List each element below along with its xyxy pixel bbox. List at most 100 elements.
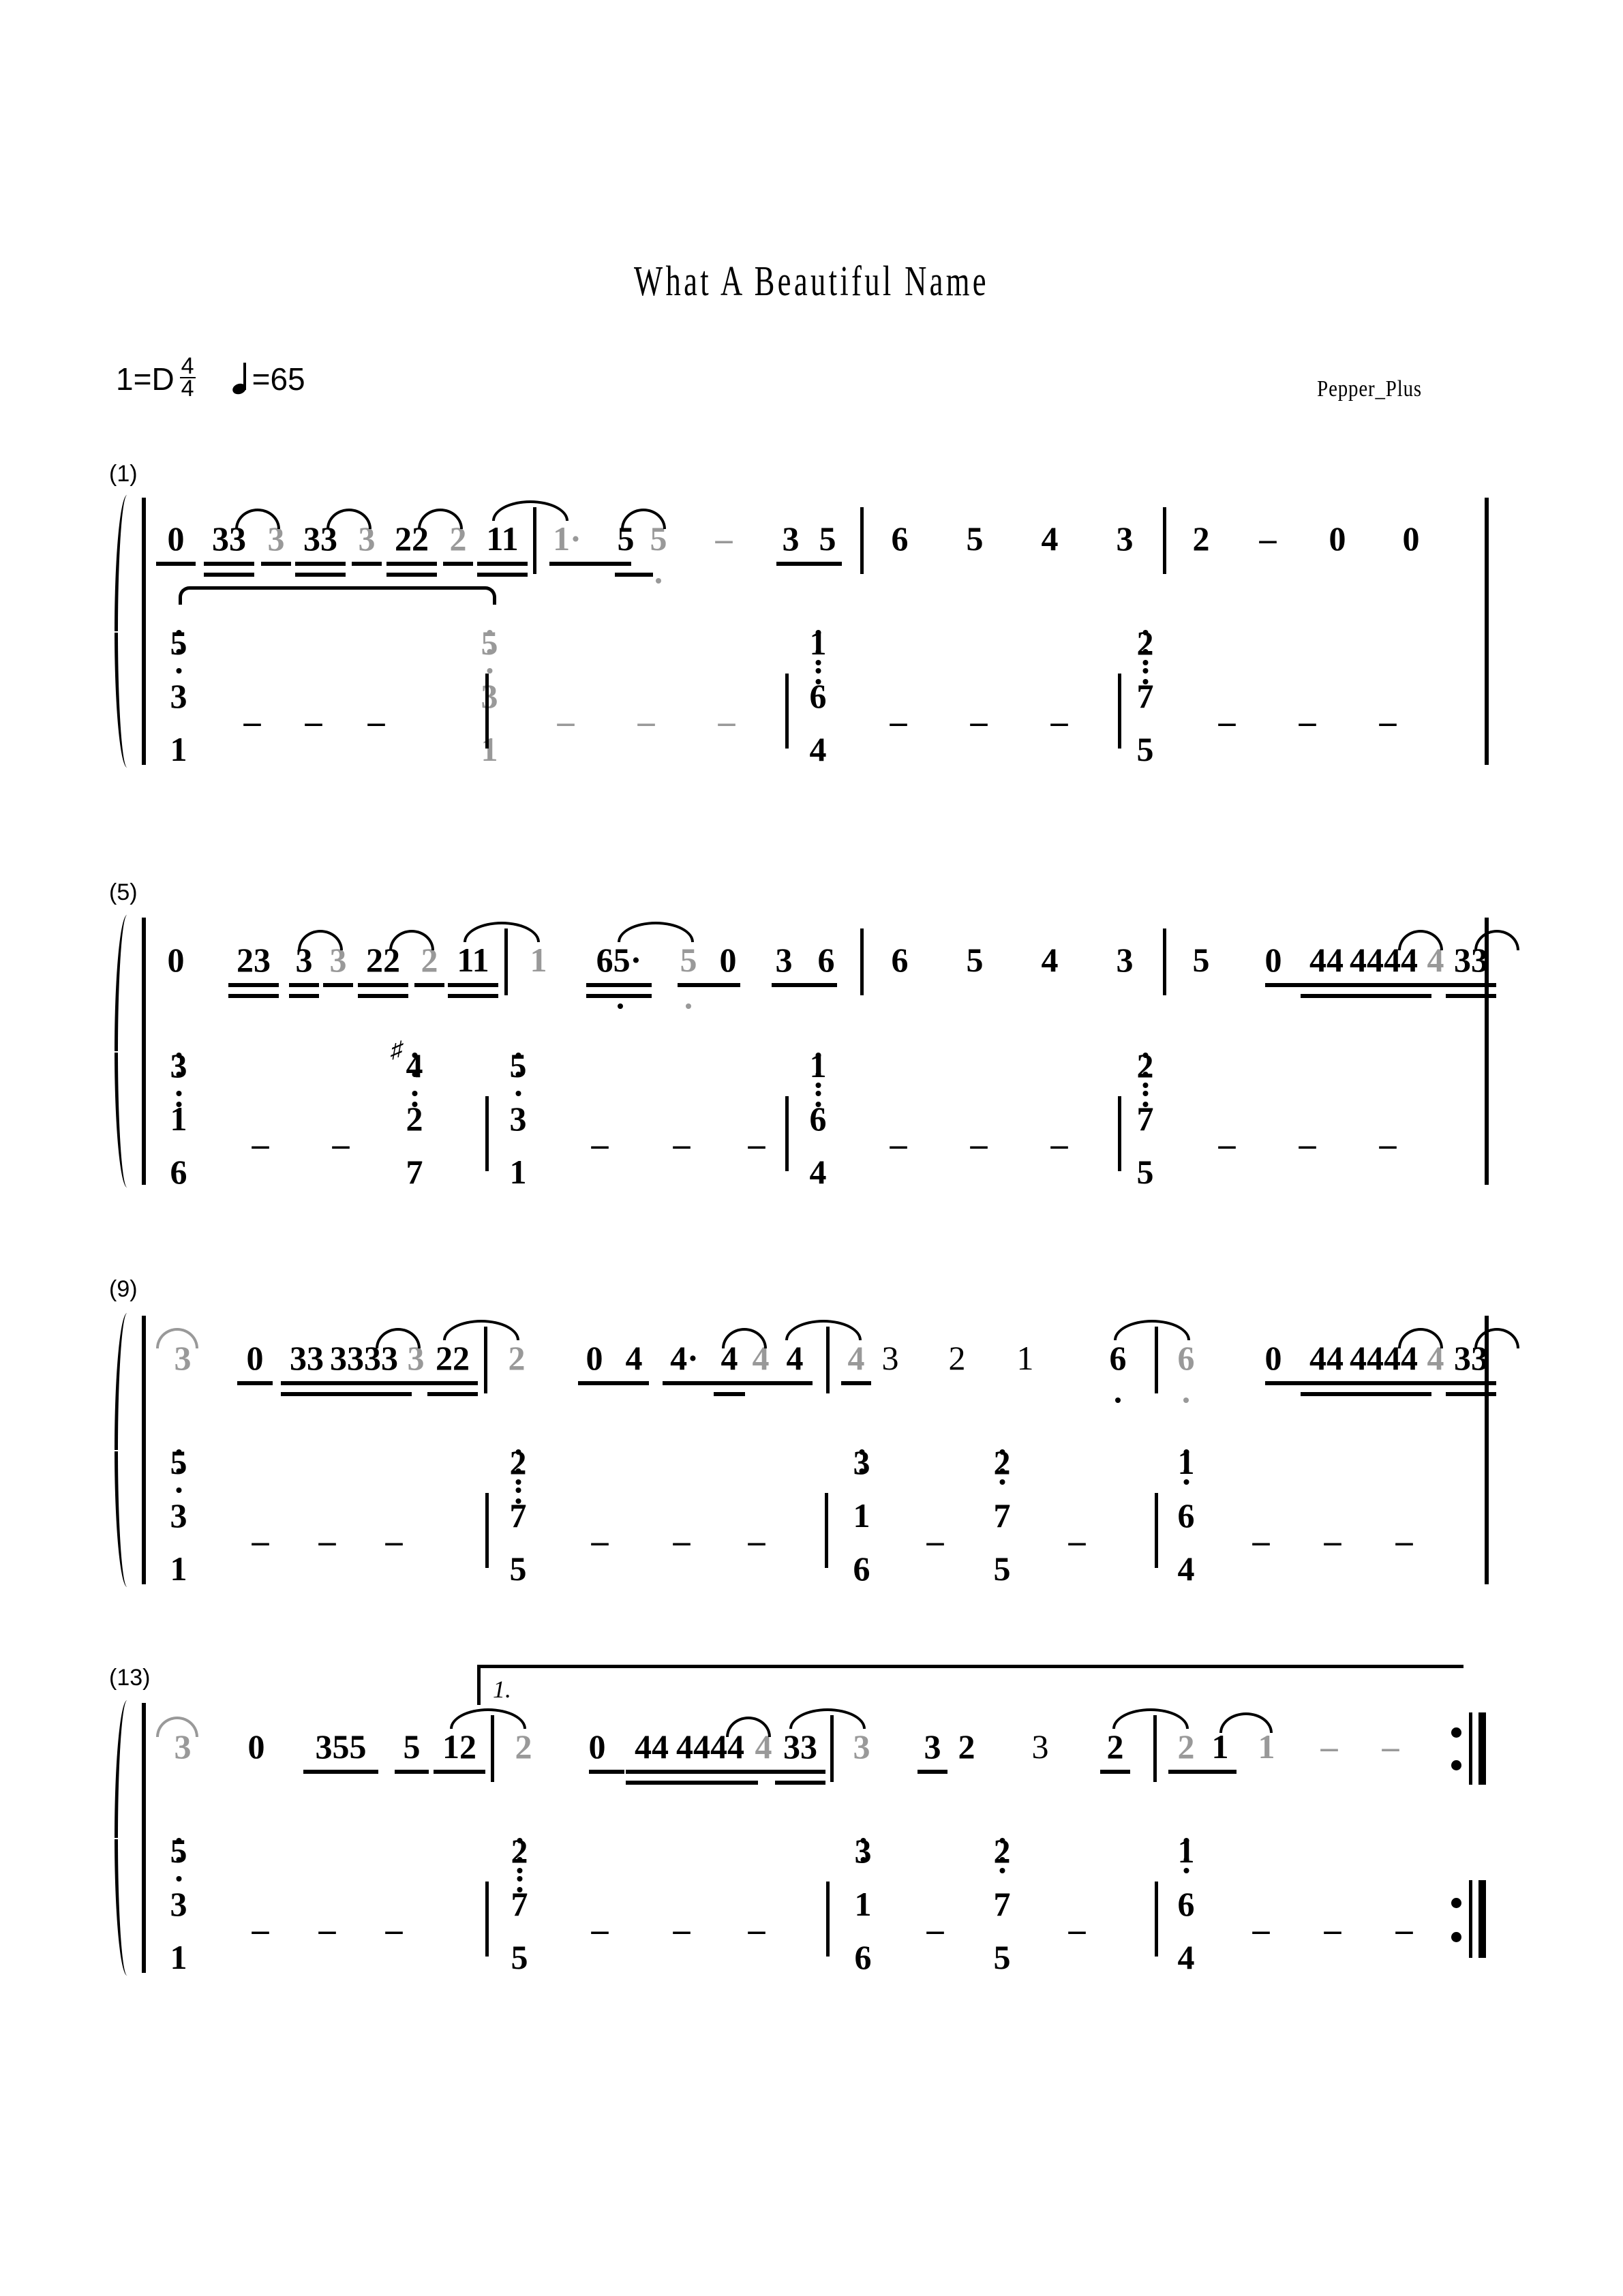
beam xyxy=(578,1381,649,1385)
system-2-measure-number: (5) xyxy=(109,879,138,905)
volta-bracket: 1. xyxy=(477,1665,1463,1705)
hold-dash: – xyxy=(637,702,655,740)
beam xyxy=(917,1770,947,1774)
hold-dash: – xyxy=(1050,1125,1068,1163)
chord: 1 6 4 xyxy=(1177,1832,1195,1976)
hold-dash: – xyxy=(1320,1727,1338,1766)
hold-dash: – xyxy=(748,1522,765,1560)
tie xyxy=(492,500,568,521)
note: 6 xyxy=(817,941,835,979)
hold-dash: – xyxy=(1259,519,1277,558)
note: 0 xyxy=(246,1339,264,1377)
barline xyxy=(825,1493,828,1568)
note: 0 xyxy=(1329,519,1346,558)
beam xyxy=(477,562,528,566)
hold-dash: – xyxy=(1324,1910,1341,1948)
beam xyxy=(261,562,291,566)
barline xyxy=(1155,1327,1158,1393)
beam xyxy=(358,983,408,987)
note: 0 xyxy=(586,1339,603,1377)
tie xyxy=(789,1708,866,1729)
note: 3 xyxy=(881,1339,899,1377)
beam xyxy=(434,1770,485,1774)
piano-brace xyxy=(115,1313,136,1587)
tie xyxy=(156,1328,198,1348)
beam xyxy=(1336,1381,1431,1385)
barline xyxy=(1163,507,1166,574)
beam xyxy=(316,1392,412,1396)
barline xyxy=(826,1882,830,1957)
beam xyxy=(663,1381,750,1385)
hold-dash: – xyxy=(591,1125,609,1163)
hold-dash: – xyxy=(252,1125,269,1163)
note: 3 xyxy=(1031,1727,1049,1766)
note: 4 xyxy=(625,1339,643,1377)
note: 44 xyxy=(635,1727,669,1766)
hold-dash: – xyxy=(890,1125,907,1163)
note: 5 xyxy=(403,1727,421,1766)
hold-dash: – xyxy=(673,1522,691,1560)
beam xyxy=(775,1770,825,1774)
hold-dash: – xyxy=(385,1910,403,1948)
note: 6 xyxy=(1109,1339,1127,1377)
barline xyxy=(860,507,864,574)
tie xyxy=(1474,1328,1519,1348)
beam xyxy=(401,1381,431,1385)
tie xyxy=(726,1717,771,1737)
hold-dash: – xyxy=(332,1125,350,1163)
note: 33 xyxy=(783,1727,817,1766)
beam xyxy=(1168,1770,1237,1774)
hold-dash: – xyxy=(1050,702,1068,740)
note-tied: 3 xyxy=(853,1727,870,1766)
key-and-time-signature: 1=D 4 4 =65 xyxy=(116,354,305,402)
chord: 5 3 1 xyxy=(170,624,187,768)
chord-tied: 5 3 1 xyxy=(481,624,498,768)
tie xyxy=(1114,1320,1190,1340)
tie xyxy=(722,1328,767,1348)
tie xyxy=(464,922,540,942)
octave-dot-low xyxy=(1115,1398,1121,1403)
note-tied: 1 xyxy=(1258,1727,1275,1766)
hold-dash: – xyxy=(970,702,988,740)
note: 12 xyxy=(442,1727,476,1766)
tie xyxy=(1474,930,1519,950)
hold-dash: – xyxy=(1068,1910,1086,1948)
hold-dash: – xyxy=(970,1125,988,1163)
tie xyxy=(1112,1708,1189,1729)
chord: 5 3 1 xyxy=(170,1443,187,1588)
beam xyxy=(1446,1392,1496,1396)
note: 4· xyxy=(670,1339,699,1377)
note: 0 xyxy=(588,1727,606,1766)
beam xyxy=(386,562,437,566)
beam xyxy=(352,562,382,566)
repeat-end-sign xyxy=(1431,1880,1486,1958)
beam xyxy=(1336,983,1431,987)
chord: ♯ 4 2 7 xyxy=(391,1038,423,1191)
chord: 3 1 6 xyxy=(854,1832,872,1976)
hold-dash: – xyxy=(1324,1522,1341,1560)
note: 0 xyxy=(167,519,185,558)
system-left-barline xyxy=(142,498,146,765)
hold-dash: – xyxy=(305,702,322,740)
tie xyxy=(376,1328,421,1348)
hold-dash: – xyxy=(1299,702,1316,740)
octave-dot-low xyxy=(1183,1398,1189,1403)
beam xyxy=(1265,983,1301,987)
note: 2 xyxy=(948,1339,966,1377)
system-left-barline xyxy=(142,918,146,1185)
barline xyxy=(830,1715,834,1782)
hold-dash: – xyxy=(673,1910,691,1948)
beam xyxy=(775,1781,825,1785)
note: 2 xyxy=(958,1727,975,1766)
note: 22 xyxy=(436,1339,470,1377)
octave-dot-low xyxy=(618,1003,623,1009)
hold-dash: – xyxy=(890,702,907,740)
beam xyxy=(1446,994,1496,998)
note: 0 xyxy=(1402,519,1420,558)
note: 0 xyxy=(1264,941,1282,979)
beam xyxy=(742,1381,813,1385)
hold-dash: – xyxy=(748,1910,765,1948)
chord: 2 7 5 xyxy=(509,1443,527,1588)
note-tied: 2 xyxy=(1177,1727,1195,1766)
hold-dash: – xyxy=(673,1125,691,1163)
